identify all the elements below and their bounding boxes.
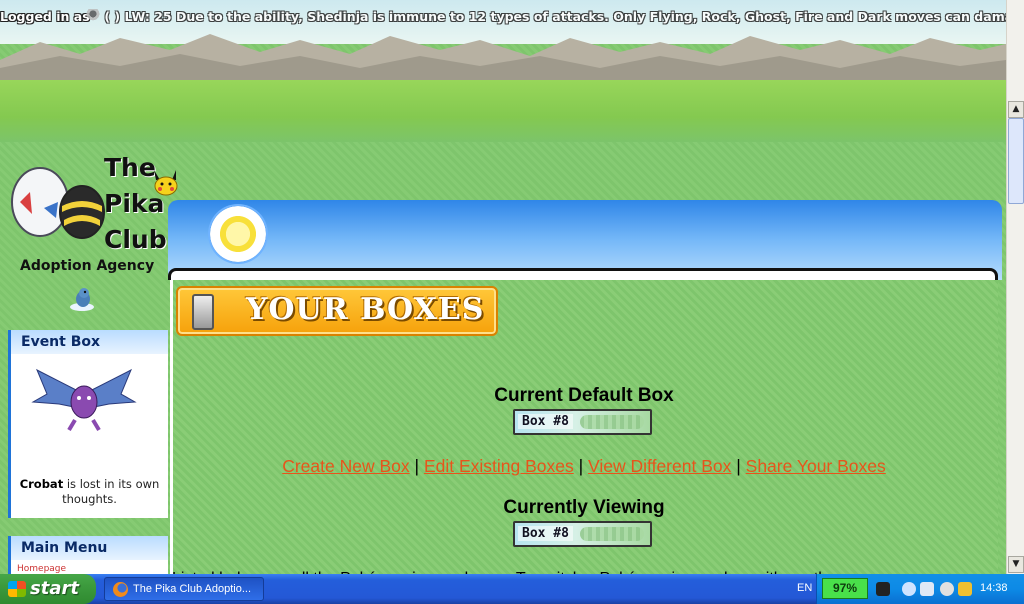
clock: 14:38	[980, 582, 1008, 594]
site-subtitle: Adoption Agency	[20, 258, 155, 274]
language-indicator[interactable]: EN	[797, 582, 812, 594]
viewing-box-heading: Currently Viewing	[503, 497, 665, 518]
news-ticker: Logged in as ( ) LW: 25 Due to the abili…	[0, 9, 1006, 27]
content-frame-top	[168, 268, 998, 280]
crobat-sprite[interactable]	[29, 364, 139, 434]
event-box-body: Crobat is lost in its own thoughts.	[11, 354, 168, 518]
menu-item-homepage[interactable]: Homepage	[11, 560, 168, 574]
vertical-scrollbar[interactable]: ▲ ▼	[1006, 0, 1024, 574]
event-caption: Crobat is lost in its own thoughts.	[19, 477, 160, 506]
site-logo[interactable]: The Pika Club	[104, 150, 167, 258]
pikachu-icon	[154, 170, 178, 196]
create-new-box-link[interactable]: Create New Box	[282, 456, 409, 476]
taskbar: start The Pika Club Adoptio... EN 97% 14…	[0, 574, 1024, 604]
back-arrow-icon[interactable]	[902, 582, 916, 596]
windows-flag-icon	[8, 581, 26, 597]
network-icon[interactable]	[920, 582, 934, 596]
start-button[interactable]: start	[0, 574, 96, 604]
default-box-heading: Current Default Box	[494, 385, 674, 406]
event-box: Event Box Crobat is lost in its own thou…	[8, 330, 168, 518]
scroll-thumb[interactable]	[1008, 118, 1024, 204]
logo-eggs-image	[11, 167, 105, 239]
page-title: YOUR BOXES	[246, 292, 485, 327]
firefox-icon	[113, 582, 128, 597]
sidebar: Event Box Crobat is lost in its own thou…	[8, 330, 168, 574]
sun-icon[interactable]	[210, 206, 266, 262]
scroll-up-icon[interactable]: ▲	[1008, 101, 1024, 118]
battery-indicator[interactable]: 97%	[822, 578, 868, 599]
viewing-box-tag[interactable]: Box #8	[513, 521, 652, 547]
view-different-box-link[interactable]: View Different Box	[588, 456, 731, 476]
box-description: Listed below are all the Pokémon in your…	[172, 566, 1000, 574]
edit-existing-boxes-link[interactable]: Edit Existing Boxes	[424, 456, 574, 476]
main-menu-box: Main Menu Homepage	[8, 536, 168, 574]
page-banner: YOUR BOXES	[176, 286, 498, 336]
share-your-boxes-link[interactable]: Share Your Boxes	[746, 456, 886, 476]
login-status: Logged in as	[0, 9, 90, 24]
taskbar-window-button[interactable]: The Pika Club Adoptio...	[104, 577, 264, 601]
pc-icon	[192, 294, 214, 330]
ticker-message: ( ) LW: 25 Due to the ability, Shedinja …	[86, 9, 1006, 24]
pokemon-sprite-icon	[70, 288, 94, 311]
security-icon[interactable]	[958, 582, 972, 596]
scroll-down-icon[interactable]: ▼	[1008, 556, 1024, 573]
sound-icon[interactable]	[940, 582, 954, 596]
browser-viewport: Logged in as ( ) LW: 25 Due to the abili…	[0, 0, 1006, 574]
box-actions: Create New Box | Edit Existing Boxes | V…	[282, 456, 886, 476]
default-box-tag[interactable]: Box #8	[513, 409, 652, 435]
main-menu-title: Main Menu	[11, 536, 168, 560]
trainer-icon	[86, 9, 100, 23]
meadow-scenery	[0, 80, 1006, 142]
power-plug-icon[interactable]	[876, 582, 890, 596]
event-box-title: Event Box	[11, 330, 168, 354]
